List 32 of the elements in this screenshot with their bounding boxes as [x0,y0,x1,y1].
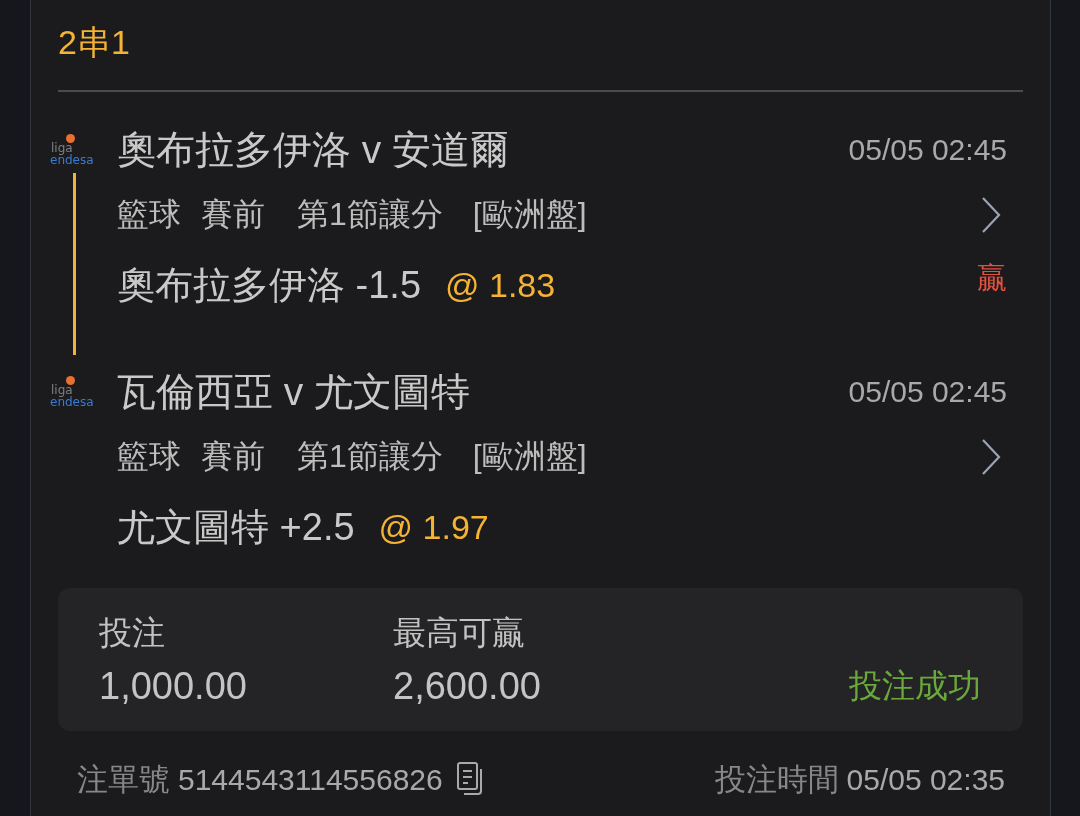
selection-text: 尤文圖特 +2.5 [117,504,355,550]
placed-time-value: 05/05 02:35 [846,763,1005,797]
stage-label: 賽前 [201,437,265,476]
stake-value: 1,000.00 [99,664,247,708]
match-title: 瓦倫西亞 v 尤文圖特 [117,369,471,415]
chevron-right-icon[interactable] [981,197,1001,233]
odds-format-label: [歐洲盤] [472,437,587,476]
league-logo: liga endesa [50,134,98,166]
odds-format-label: [歐洲盤] [472,195,587,234]
match-title: 奧布拉多伊洛 v 安道爾 [117,127,510,173]
bet-id-value: 5144543114556826 [178,763,443,797]
match-time: 05/05 02:45 [848,375,1007,409]
max-payout-label: 最高可贏 [393,613,525,653]
odds-text: @ 1.97 [378,507,489,547]
chevron-right-icon[interactable] [981,439,1001,475]
bet-id-label: 注單號 [77,761,170,799]
stake-label: 投注 [99,613,165,653]
bet-type-title: 2串1 [58,22,130,63]
stage-label: 賽前 [201,195,265,234]
selection-text: 奧布拉多伊洛 -1.5 [117,262,422,308]
market-label: 第1節讓分 [297,437,443,476]
placed-time-label: 投注時間 [714,761,839,799]
market-label: 第1節讓分 [297,195,443,234]
status-text: 投注成功 [849,666,981,706]
result-text: 贏 [977,259,1007,296]
sport-label: 籃球 [117,437,181,476]
match-time: 05/05 02:45 [848,133,1007,167]
max-payout-value: 2,600.00 [393,664,541,708]
odds-text: @ 1.83 [445,265,556,305]
sport-label: 籃球 [117,195,181,234]
league-logo: liga endesa [50,376,98,408]
copy-icon[interactable] [456,761,484,795]
